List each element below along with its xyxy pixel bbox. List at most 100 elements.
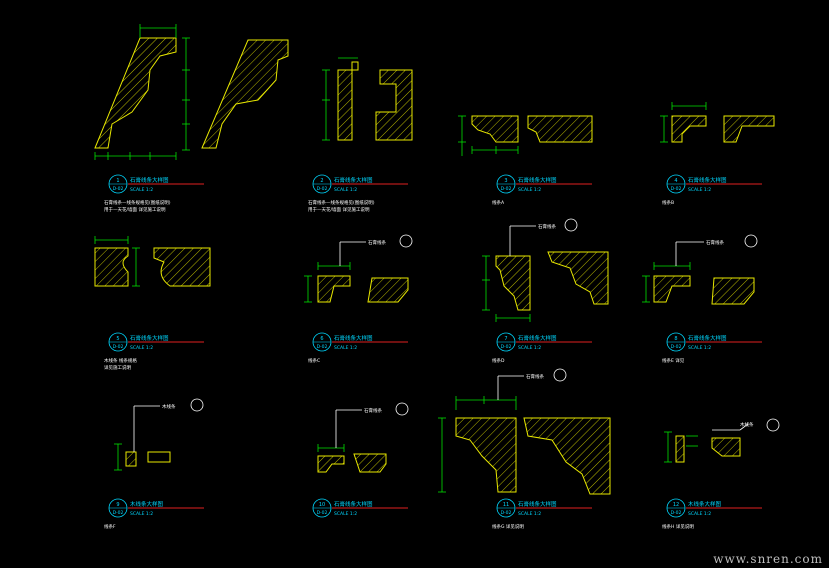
- detail-title-block: 3 D-02 石膏线条大样图 SCALE 1:2 线条A: [492, 174, 592, 206]
- detail-number: 3: [504, 178, 507, 184]
- detail-note: 线条A: [492, 199, 505, 206]
- detail-note: 线条H 详见说明: [662, 523, 694, 530]
- cad-drawing-sheet: 1D-02石膏线条大样图SCALE 1:2石膏线条—线条规格见(图纸说明)用于—…: [0, 0, 829, 568]
- profile-drawing-10: [317, 453, 387, 473]
- detail-title: 石膏线条大样图: [130, 334, 169, 342]
- detail-sheet-ref: D-02: [317, 344, 328, 350]
- detail-number: 9: [116, 502, 119, 508]
- detail-title-block: 7 D-02 石膏线条大样图 SCALE 1:2 线条D: [492, 332, 592, 364]
- callout-label: 石膏线条: [364, 407, 382, 414]
- profile-drawing-11: [455, 417, 611, 495]
- detail-title: 木线条大样图: [688, 500, 722, 508]
- detail-scale: SCALE 1:2: [334, 511, 357, 517]
- detail-number: 11: [503, 502, 509, 508]
- detail-title-block: 1 D-02 石膏线条大样图 SCALE 1:2 石膏线条—线条规格见(图纸说明)用于—…: [104, 174, 204, 213]
- detail-number: 12: [673, 502, 679, 508]
- detail-sheet-ref: D-02: [317, 510, 328, 516]
- detail-note: 石膏线条—线条规格见(图纸说明): [104, 199, 171, 206]
- detail-scale: SCALE 1:2: [130, 345, 153, 351]
- detail-title: 石膏线条大样图: [518, 334, 557, 342]
- detail-sheet-ref: D-02: [501, 186, 512, 192]
- detail-scale: SCALE 1:2: [518, 345, 541, 351]
- profile-drawing-7: [495, 251, 609, 311]
- detail-title-block: 9 D-02 木线条大样图 SCALE 1:2 线条F: [104, 498, 204, 530]
- detail-title-block: 2 D-02 石膏线条大样图 SCALE 1:2 石膏线条—线条规格见(图纸说明)用于—…: [308, 174, 408, 213]
- detail-number: 5: [116, 336, 119, 342]
- detail-sheet-ref: D-02: [501, 344, 512, 350]
- detail-title-block: 5 D-02 石膏线条大样图 SCALE 1:2 木线条 线条规格详见施工说明: [104, 332, 204, 371]
- detail-scale: SCALE 1:2: [688, 511, 711, 517]
- detail-sheet-ref: D-02: [671, 186, 682, 192]
- detail-title-block: 8 D-02 石膏线条大样图 SCALE 1:2线条E 详见: [662, 332, 762, 364]
- dimension-lines-9: [114, 443, 122, 471]
- detail-note: 线条D: [492, 357, 505, 364]
- detail-sheet-ref: D-02: [671, 344, 682, 350]
- detail-sheet-ref: D-02: [113, 510, 124, 516]
- leader-6: [339, 234, 413, 266]
- leader-8: [675, 234, 758, 266]
- detail-title: 石膏线条大样图: [130, 176, 169, 184]
- profile-drawing-9: [125, 451, 171, 467]
- detail-title: 石膏线条大样图: [688, 176, 727, 184]
- leader-11: [497, 368, 567, 400]
- detail-scale: SCALE 1:2: [334, 187, 357, 193]
- detail-number: 1: [116, 178, 119, 184]
- detail-note: 线条B: [662, 199, 674, 206]
- detail-title: 石膏线条大样图: [334, 500, 373, 508]
- detail-sheet-ref: D-02: [113, 344, 124, 350]
- detail-number: 7: [504, 336, 507, 342]
- callout-label: 石膏线条: [538, 223, 556, 230]
- detail-scale: SCALE 1:2: [130, 187, 153, 193]
- detail-note: 用于—天花/墙面 详见施工说明: [104, 206, 166, 213]
- callout-label: 木线条: [162, 403, 176, 410]
- profile-drawing-1: [94, 37, 289, 149]
- detail-title: 木线条大样图: [130, 500, 164, 508]
- detail-sheet-ref: D-02: [671, 510, 682, 516]
- detail-title: 石膏线条大样图: [518, 176, 557, 184]
- detail-title-block: 11 D-02 石膏线条大样图 SCALE 1:2 线条G 详见说明: [492, 498, 592, 530]
- detail-note: 详见施工说明: [104, 364, 131, 371]
- detail-scale: SCALE 1:2: [518, 511, 541, 517]
- detail-title-blocks: 1D-02石膏线条大样图SCALE 1:2石膏线条—线条规格见(图纸说明)用于—…: [104, 174, 762, 530]
- callout-label: 石膏线条: [706, 239, 724, 246]
- callout-label: 石膏线条: [368, 239, 386, 246]
- profile-drawing-2: [337, 61, 413, 141]
- detail-scale: SCALE 1:2: [130, 511, 153, 517]
- detail-scale: SCALE 1:2: [688, 187, 711, 193]
- detail-sheet-ref: D-02: [113, 186, 124, 192]
- detail-title: 石膏线条大样图: [334, 334, 373, 342]
- callout-label: 石膏线条: [526, 373, 544, 380]
- profile-drawing-12: [675, 435, 741, 463]
- profile-drawing-5: [94, 247, 211, 287]
- detail-title: 石膏线条大样图: [688, 334, 727, 342]
- detail-title-block: 12 D-02 木线条大样图 SCALE 1:2 线条H 详见说明: [662, 498, 762, 530]
- detail-sheet-ref: D-02: [317, 186, 328, 192]
- detail-title: 石膏线条大样图: [334, 176, 373, 184]
- profile-drawing-3: [471, 115, 593, 143]
- detail-number: 8: [674, 336, 677, 342]
- watermark-text: www.snren.com: [713, 552, 823, 566]
- detail-scale: SCALE 1:2: [334, 345, 357, 351]
- detail-number: 2: [320, 178, 323, 184]
- detail-number: 6: [320, 336, 323, 342]
- detail-number: 4: [674, 178, 677, 184]
- detail-title-block: 4 D-02 石膏线条大样图 SCALE 1:2 线条B: [662, 174, 762, 206]
- detail-note: 线条E 详见: [662, 357, 685, 364]
- detail-note: 用于—天花/墙面 详见施工说明: [308, 206, 370, 213]
- profile-drawing-6: [317, 275, 409, 303]
- detail-title-block: 6 D-02 石膏线条大样图 SCALE 1:2 线条C: [308, 332, 408, 364]
- detail-title: 石膏线条大样图: [518, 500, 557, 508]
- detail-note: 线条F: [104, 523, 116, 530]
- detail-title-block: 10 D-02 石膏线条大样图 SCALE 1:2: [312, 498, 408, 518]
- profile-drawing-8: [653, 275, 755, 305]
- detail-note: 线条G 详见说明: [492, 523, 524, 530]
- callout-label: 木线条: [740, 421, 754, 428]
- detail-scale: SCALE 1:2: [688, 345, 711, 351]
- profile-drawing-4: [671, 115, 775, 143]
- detail-note: 线条C: [308, 357, 320, 364]
- dimension-lines-10: [317, 444, 345, 452]
- detail-sheet-ref: D-02: [501, 510, 512, 516]
- detail-number: 10: [319, 502, 325, 508]
- detail-note: 木线条 线条规格: [104, 357, 137, 364]
- detail-note: 石膏线条—线条规格见(图纸说明): [308, 199, 375, 206]
